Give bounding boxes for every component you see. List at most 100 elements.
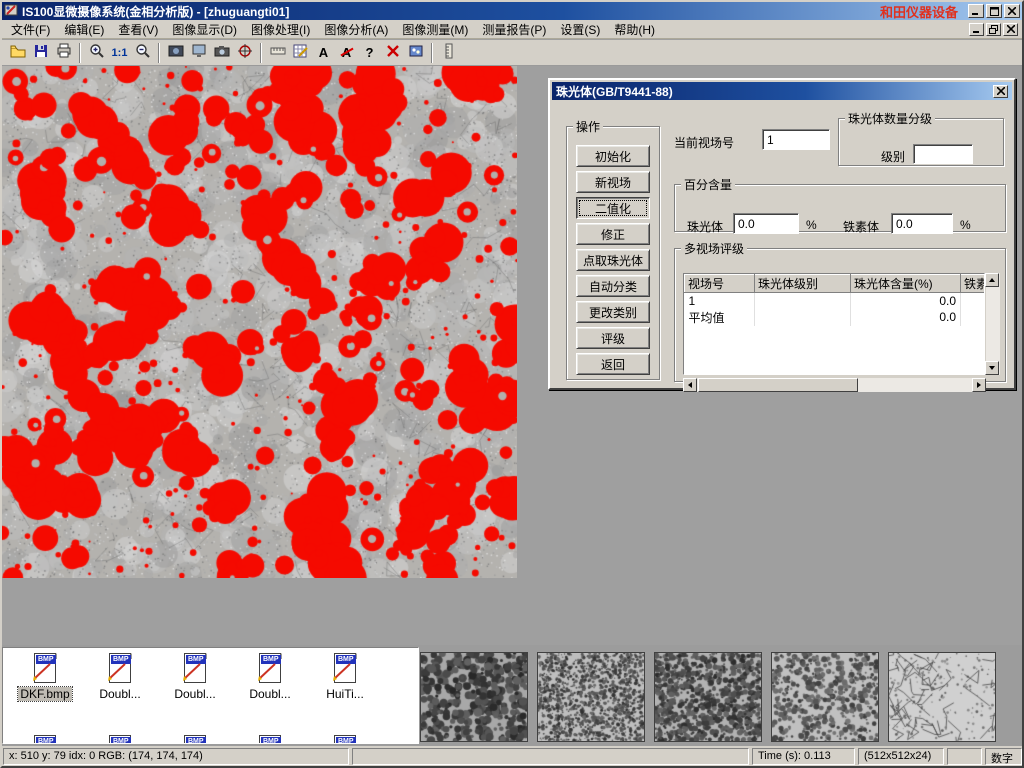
dialog-titlebar[interactable]: 珠光体(GB/T9441-88) xyxy=(552,82,1012,100)
scroll-left-button[interactable] xyxy=(683,378,697,392)
zoom-in-icon xyxy=(89,43,105,62)
child-close-button[interactable] xyxy=(1003,23,1018,36)
col-pearlite-content[interactable]: 珠光体含量(%) xyxy=(851,275,961,293)
bmp-file-icon: BMP xyxy=(179,734,211,744)
floppy-icon xyxy=(33,43,49,62)
menu-image-display[interactable]: 图像显示(D) xyxy=(165,20,244,39)
child-restore-button[interactable] xyxy=(986,23,1001,36)
open-button[interactable] xyxy=(6,42,29,64)
capture-button[interactable] xyxy=(164,42,187,64)
pen-icon xyxy=(181,658,207,682)
change-class-button[interactable]: 更改类别 xyxy=(576,301,650,323)
close-button[interactable] xyxy=(1004,4,1020,18)
bmp-file-icon: BMP xyxy=(254,734,286,744)
help-button[interactable]: ? xyxy=(358,42,381,64)
print-button[interactable] xyxy=(52,42,75,64)
camera-icon xyxy=(214,43,230,62)
file-name: DKF.bmp xyxy=(18,687,71,701)
preview-thumbnail[interactable] xyxy=(420,652,528,742)
preview-thumbnail[interactable] xyxy=(537,652,645,742)
file-item-partial[interactable]: BMP xyxy=(159,734,231,744)
scrollbar-thumb[interactable] xyxy=(698,378,858,392)
zoom-out-button[interactable] xyxy=(131,42,154,64)
rating-table[interactable]: 视场号 珠光体级别 珠光体含量(%) 铁素 1 0.0 平均值 0.0 xyxy=(683,273,985,375)
file-item-dkf[interactable]: BMP DKF.bmp xyxy=(9,652,81,716)
delete-annotation-button[interactable] xyxy=(381,42,404,64)
menu-view[interactable]: 查看(V) xyxy=(111,20,165,39)
pen-icon xyxy=(106,658,132,682)
col-pearlite-grade[interactable]: 珠光体级别 xyxy=(755,275,851,293)
file-item-partial[interactable]: BMP xyxy=(9,734,81,744)
save-button[interactable] xyxy=(29,42,52,64)
grade-input[interactable] xyxy=(913,144,973,164)
menu-measure-report[interactable]: 测量报告(P) xyxy=(475,20,553,39)
correct-button[interactable]: 修正 xyxy=(576,223,650,245)
camera-button[interactable] xyxy=(210,42,233,64)
col-field-number[interactable]: 视场号 xyxy=(685,275,755,293)
current-field-label: 当前视场号 xyxy=(674,134,734,151)
bmp-file-icon: BMP xyxy=(29,734,61,744)
actual-size-button[interactable]: 1:1 xyxy=(108,42,131,64)
preview-thumbnail[interactable] xyxy=(888,652,996,742)
zoom-in-button[interactable] xyxy=(85,42,108,64)
ruler-button[interactable] xyxy=(437,42,460,64)
grade-group: 珠光体数量分级 级别 xyxy=(838,110,1004,166)
crosshair-button[interactable] xyxy=(233,42,256,64)
strike-text-icon: A xyxy=(342,45,351,60)
initialize-button[interactable]: 初始化 xyxy=(576,145,650,167)
table-row[interactable]: 平均值 0.0 xyxy=(685,309,986,326)
image-size-panel: (512x512x24) xyxy=(858,748,944,765)
child-minimize-button[interactable] xyxy=(969,23,984,36)
font-style-button[interactable]: A xyxy=(335,42,358,64)
status-extra-panel xyxy=(947,748,982,765)
grid-measure-button[interactable] xyxy=(289,42,312,64)
file-item-partial[interactable]: BMP xyxy=(309,734,381,744)
crosshair-icon xyxy=(237,43,253,62)
file-item-doubl3[interactable]: BMP Doubl... xyxy=(234,652,306,716)
text-annotation-button[interactable]: A xyxy=(312,42,335,64)
menu-image-processing[interactable]: 图像处理(I) xyxy=(244,20,317,39)
maximize-button[interactable] xyxy=(986,4,1002,18)
current-field-input[interactable] xyxy=(762,129,830,150)
binarize-button[interactable]: 二值化 xyxy=(576,197,650,219)
micrograph-image[interactable] xyxy=(2,66,517,578)
file-item-partial[interactable]: BMP xyxy=(234,734,306,744)
operation-group: 操作 初始化 新视场 二值化 修正 点取珠光体 自动分类 更改类别 评级 返回 xyxy=(566,118,660,380)
file-item-doubl2[interactable]: BMP Doubl... xyxy=(159,652,231,716)
return-button[interactable]: 返回 xyxy=(576,353,650,375)
scroll-up-button[interactable] xyxy=(985,273,999,287)
dialog-close-button[interactable] xyxy=(993,85,1008,98)
operation-group-label: 操作 xyxy=(573,118,603,135)
preview-thumbnail[interactable] xyxy=(654,652,762,742)
file-item-huiti[interactable]: BMP HuiTi... xyxy=(309,652,381,716)
ferrite-percent-input[interactable] xyxy=(891,213,953,234)
scroll-down-button[interactable] xyxy=(985,361,999,375)
menu-help[interactable]: 帮助(H) xyxy=(607,20,662,39)
scroll-right-button[interactable] xyxy=(972,378,986,392)
minimize-button[interactable] xyxy=(968,4,984,18)
caliper-button[interactable] xyxy=(266,42,289,64)
table-vertical-scrollbar[interactable] xyxy=(986,273,1000,375)
auto-classify-button[interactable]: 自动分类 xyxy=(576,275,650,297)
col-ferrite[interactable]: 铁素 xyxy=(961,275,986,293)
menu-edit[interactable]: 编辑(E) xyxy=(57,20,111,39)
file-item-doubl1[interactable]: BMP Doubl... xyxy=(84,652,156,716)
new-field-button[interactable]: 新视场 xyxy=(576,171,650,193)
rate-button[interactable]: 评级 xyxy=(576,327,650,349)
menu-image-analysis[interactable]: 图像分析(A) xyxy=(317,20,395,39)
preview-thumbnail[interactable] xyxy=(771,652,879,742)
table-row[interactable]: 1 0.0 xyxy=(685,293,986,309)
table-horizontal-scrollbar[interactable] xyxy=(683,378,986,392)
mode-panel: 数字 xyxy=(985,748,1022,765)
live-video-button[interactable] xyxy=(187,42,210,64)
bmp-file-icon: BMP xyxy=(104,734,136,744)
file-name: Doubl... xyxy=(97,687,142,701)
pearlite-percent-input[interactable] xyxy=(733,213,799,234)
file-item-partial[interactable]: BMP xyxy=(84,734,156,744)
menu-settings[interactable]: 设置(S) xyxy=(553,20,607,39)
menu-image-measure[interactable]: 图像测量(M) xyxy=(395,20,475,39)
arrow-right-icon xyxy=(977,382,981,388)
menu-file[interactable]: 文件(F) xyxy=(4,20,57,39)
pick-pearlite-button[interactable]: 点取珠光体 xyxy=(576,249,650,271)
palette-button[interactable] xyxy=(404,42,427,64)
